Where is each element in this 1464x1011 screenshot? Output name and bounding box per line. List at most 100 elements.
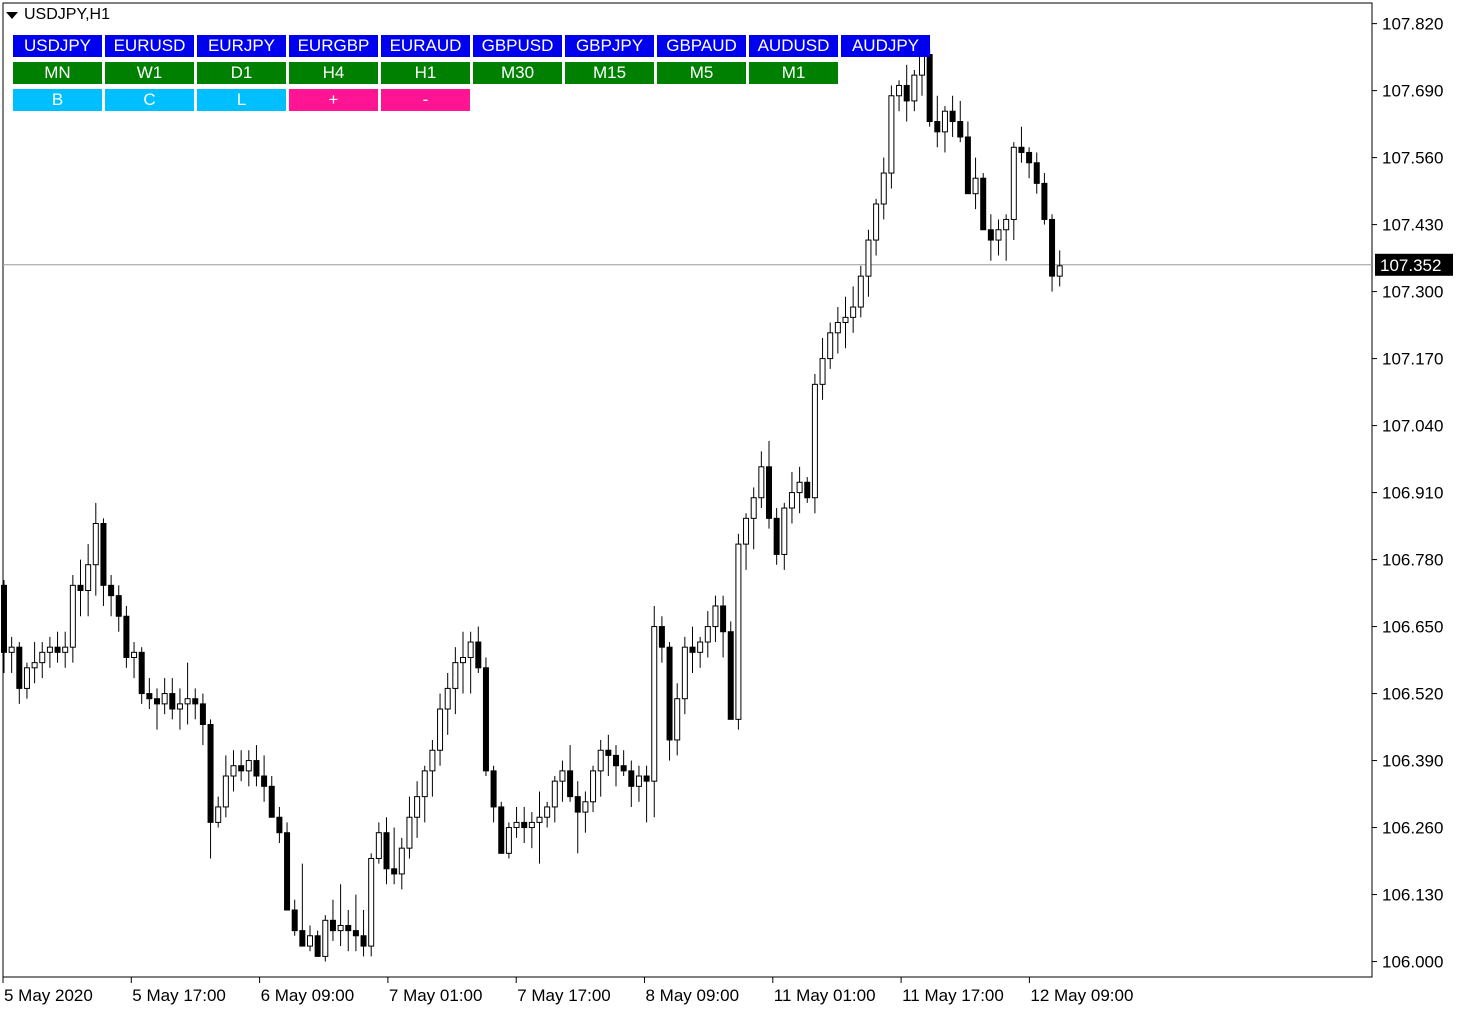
current-price-label: 107.352	[1380, 256, 1441, 275]
candle-body-bearish	[253, 760, 260, 777]
candle-body-bearish	[934, 121, 941, 133]
candle-body-bearish	[284, 832, 291, 911]
candle-body-bullish	[888, 95, 895, 174]
symbol-button-euraud[interactable]: EURAUD	[381, 35, 470, 57]
x-tick-label: 11 May 01:00	[774, 986, 876, 1005]
timeframe-button-w1[interactable]: W1	[105, 62, 194, 84]
candle-body-bearish	[1049, 218, 1056, 277]
zoom-in-button[interactable]: +	[289, 89, 378, 111]
candle-body-bullish	[467, 641, 474, 658]
y-tick-label: 106.390	[1382, 752, 1443, 771]
candle-body-bearish	[1026, 151, 1033, 164]
x-tick-label: 7 May 01:00	[389, 986, 483, 1005]
symbol-button-eurjpy[interactable]: EURJPY	[197, 35, 286, 57]
candle-body-bearish	[727, 631, 734, 720]
candle-body-bearish	[926, 54, 933, 123]
candle-body-bearish	[199, 703, 206, 725]
symbol-button-usdjpy[interactable]: USDJPY	[13, 35, 102, 57]
y-tick-label: 107.170	[1382, 350, 1443, 369]
candle-body-bullish	[452, 662, 459, 689]
candle-body-bullish	[62, 646, 69, 653]
candle-body-bullish	[697, 641, 704, 653]
candle-body-bearish	[490, 770, 497, 808]
y-tick-label: 106.000	[1382, 953, 1443, 972]
timeframe-button-h1[interactable]: H1	[381, 62, 470, 84]
candle-body-bearish	[804, 481, 811, 499]
control-button-l[interactable]: L	[197, 89, 286, 111]
symbol-button-eurgbp[interactable]: EURGBP	[289, 35, 378, 57]
symbol-button-gbpusd[interactable]: GBPUSD	[473, 35, 562, 57]
timeframe-button-h4[interactable]: H4	[289, 62, 378, 84]
timeframe-button-d1[interactable]: D1	[197, 62, 286, 84]
candle-body-bullish	[322, 919, 329, 957]
candle-body-bearish	[16, 646, 23, 689]
timeframe-buttons: MN W1 D1 H4 H1 M30 M15 M5 M1	[13, 62, 838, 84]
symbol-buttons: USDJPY EURUSD EURJPY EURGBP EURAUD GBPUS…	[13, 35, 930, 57]
symbol-button-gbpaud[interactable]: GBPAUD	[657, 35, 746, 57]
candle-body-bearish	[154, 698, 160, 705]
triangle-down-icon[interactable]	[6, 11, 18, 19]
candle-body-bearish	[138, 651, 145, 695]
candle-body-bearish	[391, 868, 398, 875]
candle-body-bullish	[307, 935, 313, 947]
candle-body-bearish	[689, 646, 696, 653]
zoom-out-button[interactable]: -	[381, 89, 470, 111]
symbol-button-audjpy[interactable]: AUDJPY	[841, 35, 930, 57]
timeframe-button-m30[interactable]: M30	[473, 62, 562, 84]
timeframe-button-m15[interactable]: M15	[565, 62, 654, 84]
candle-body-bullish	[1010, 146, 1017, 220]
candle-body-bearish	[766, 466, 772, 519]
candlestick-chart[interactable]: 107.820 107.690 107.560 107.430 107.300 107.1…	[0, 0, 1464, 1011]
candle-body-bullish	[230, 765, 237, 777]
symbol-button-eurusd[interactable]: EURUSD	[105, 35, 194, 57]
candle-body-bullish	[995, 229, 1002, 241]
control-button-c[interactable]: C	[105, 89, 194, 111]
y-tick-label: 106.520	[1382, 685, 1443, 704]
y-tick-label: 107.820	[1382, 15, 1443, 34]
y-tick-label: 107.560	[1382, 149, 1443, 168]
candle-body-bullish	[941, 110, 948, 133]
y-tick-label: 107.430	[1382, 216, 1443, 235]
candle-body-bullish	[398, 847, 405, 875]
timeframe-button-m5[interactable]: M5	[657, 62, 746, 84]
candle-body-bullish	[337, 924, 344, 932]
candle-body-bullish	[919, 54, 925, 76]
candle-body-bullish	[651, 626, 658, 782]
candle-body-bearish	[574, 796, 581, 813]
candle-body-bullish	[551, 780, 558, 808]
symbol-button-audusd[interactable]: AUDUSD	[749, 35, 838, 57]
timeframe-button-mn[interactable]: MN	[13, 62, 102, 84]
symbol-button-gbpjpy[interactable]: GBPJPY	[565, 35, 654, 57]
candle-body-bullish	[131, 651, 138, 658]
candle-body-bullish	[873, 203, 880, 241]
candle-body-bullish	[1003, 218, 1010, 231]
y-tick-label: 106.130	[1382, 886, 1443, 905]
candle-body-bearish	[360, 935, 367, 947]
candle-body-bullish	[597, 749, 604, 772]
candle-body-bullish	[421, 770, 428, 798]
candle-body-bullish	[857, 275, 864, 308]
candle-body-bullish	[896, 84, 903, 97]
candle-body-bullish	[880, 172, 887, 205]
candle-body-bullish	[375, 832, 382, 859]
candle-body-bearish	[1033, 162, 1040, 184]
control-button-b[interactable]: B	[13, 89, 102, 111]
timeframe-button-m1[interactable]: M1	[749, 62, 838, 84]
candle-body-bullish	[750, 497, 757, 519]
candle-body-bullish	[215, 806, 222, 823]
candle-body-bearish	[620, 765, 627, 772]
candle-body-bearish	[980, 177, 987, 231]
candle-body-bullish	[46, 646, 53, 653]
candle-body-bullish	[505, 827, 512, 854]
candle-body-bullish	[559, 770, 566, 782]
current-price-marker: 107.352	[1375, 253, 1453, 276]
candle-body-bearish	[146, 693, 153, 700]
candle-body-bullish	[444, 687, 451, 710]
candle-body-bearish	[123, 615, 130, 658]
candle-body-bullish	[85, 564, 92, 591]
candle-body-bullish	[865, 239, 872, 277]
candle-body-bearish	[383, 832, 390, 870]
y-tick-label: 107.300	[1382, 283, 1443, 302]
candle-body-bullish	[911, 74, 918, 102]
x-tick-label: 6 May 09:00	[261, 986, 355, 1005]
